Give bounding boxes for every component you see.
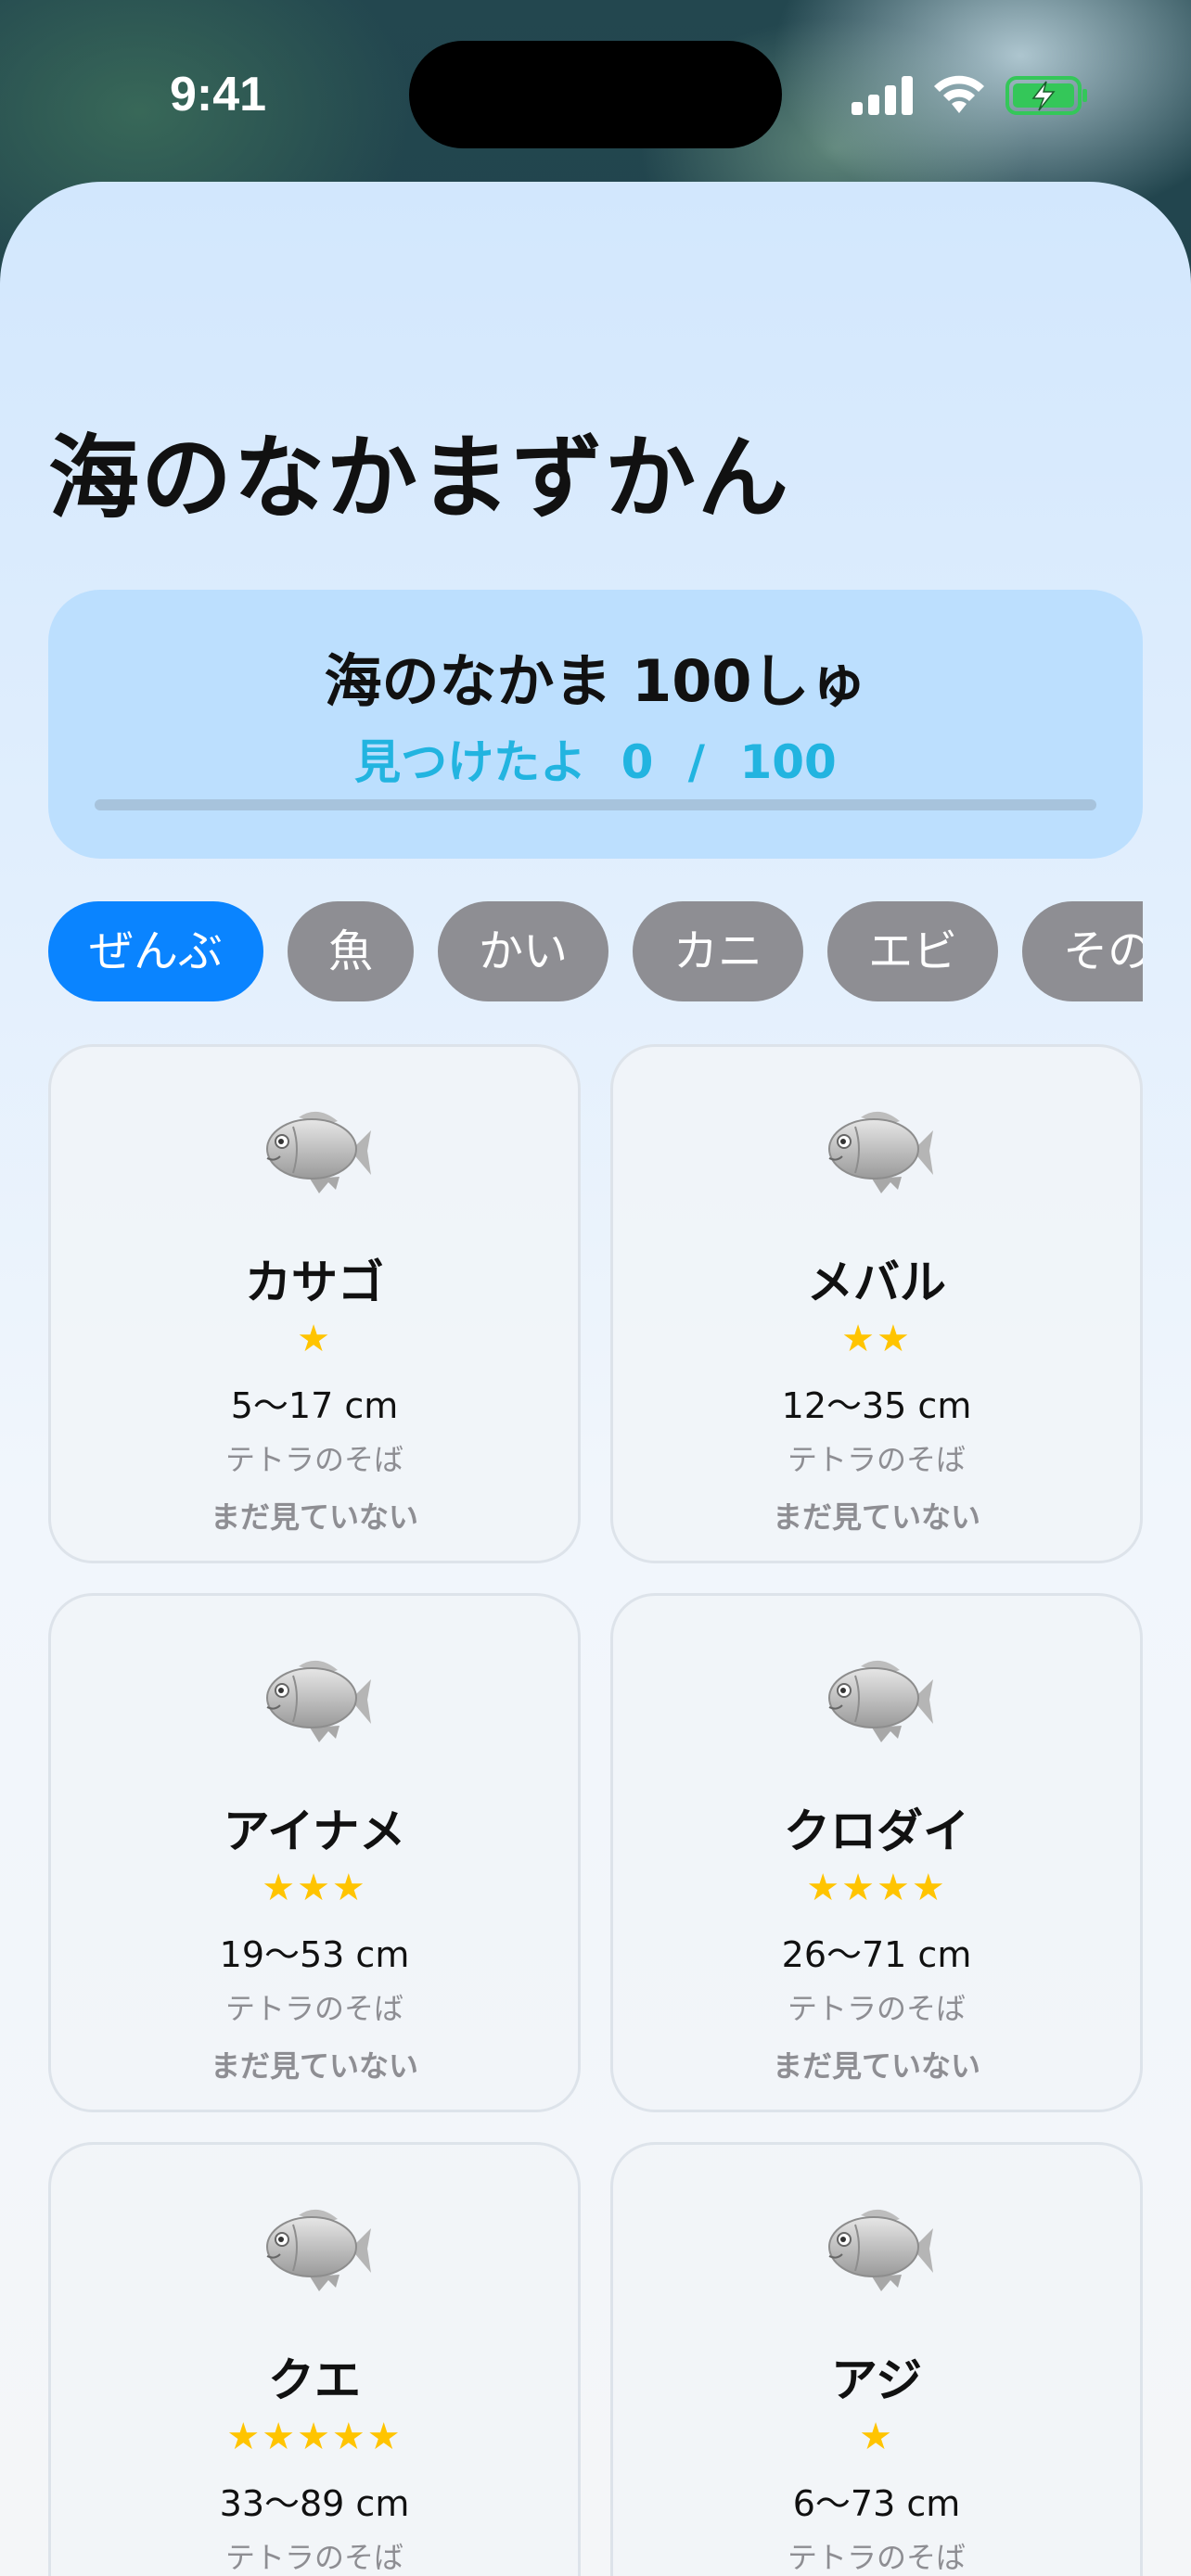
habitat-label: テトラのそば bbox=[787, 2540, 966, 2575]
seen-status: まだ見ていない bbox=[210, 1499, 418, 1535]
progress-count: 見つけたよ 0 / 100 bbox=[354, 735, 837, 789]
fish-icon bbox=[824, 1104, 935, 1197]
creature-name: カサゴ bbox=[245, 1256, 384, 1309]
size-range: 26〜71 cm bbox=[781, 1934, 972, 1975]
rarity-stars: ★★★★ bbox=[806, 1867, 947, 1909]
seen-status: まだ見ていない bbox=[772, 2048, 980, 2084]
creature-card[interactable]: アジ★6〜73 cmテトラのそばまだ見ていない bbox=[610, 2142, 1143, 2576]
fish-icon bbox=[262, 1653, 373, 1746]
size-range: 19〜53 cm bbox=[219, 1934, 410, 1975]
status-bar: 9:41 bbox=[0, 0, 1191, 185]
fish-icon bbox=[262, 2202, 373, 2295]
tab-fish[interactable]: 魚 bbox=[288, 901, 415, 1001]
size-range: 5〜17 cm bbox=[230, 1385, 399, 1426]
tab-all[interactable]: ぜんぶ bbox=[48, 901, 264, 1001]
fish-icon bbox=[262, 1104, 373, 1197]
creature-card[interactable]: クエ★★★★★33〜89 cmテトラのそばまだ見ていない bbox=[48, 2142, 581, 2576]
cellular-signal-icon bbox=[852, 74, 913, 115]
creature-card[interactable]: アイナメ ★★★ 19〜53 cm テトラのそば まだ見ていない bbox=[48, 1593, 581, 2112]
category-tabs[interactable]: ぜんぶ魚かいカニエビそのほ bbox=[48, 901, 1143, 1001]
creature-card[interactable]: カサゴ ★ 5〜17 cm テトラのそば まだ見ていない bbox=[48, 1044, 581, 1563]
tab-crab[interactable]: カニ bbox=[633, 901, 804, 1001]
tab-shellfish[interactable]: かい bbox=[438, 901, 609, 1001]
habitat-label: テトラのそば bbox=[224, 1991, 403, 2026]
encyclopedia-sheet[interactable]: 海のなかまずかん 海のなかま 100しゅ 見つけたよ 0 / 100 ぜんぶ魚か… bbox=[0, 182, 1191, 2576]
rarity-stars: ★ bbox=[297, 1318, 332, 1360]
page-title: 海のなかまずかん bbox=[48, 426, 791, 531]
creature-card[interactable]: クロダイ ★★★★ 26〜71 cm テトラのそば まだ見ていない bbox=[610, 1593, 1143, 2112]
status-time: 9:41 bbox=[169, 68, 267, 121]
progress-bar bbox=[95, 799, 1096, 810]
habitat-label: テトラのそば bbox=[787, 1442, 966, 1477]
tab-other[interactable]: そのほ bbox=[1022, 901, 1143, 1001]
creature-name: アイナメ bbox=[223, 1804, 406, 1858]
fish-icon bbox=[824, 1653, 935, 1746]
progress-title: 海のなかま 100しゅ bbox=[324, 647, 867, 715]
size-range: 12〜35 cm bbox=[781, 1385, 972, 1426]
fish-icon bbox=[824, 2202, 935, 2295]
rarity-stars: ★★ bbox=[841, 1318, 912, 1360]
creature-card[interactable]: メバル ★★ 12〜35 cm テトラのそば まだ見ていない bbox=[610, 1044, 1143, 1563]
habitat-label: テトラのそば bbox=[224, 1442, 403, 1477]
rarity-stars: ★ bbox=[859, 2416, 894, 2458]
size-range: 6〜73 cm bbox=[792, 2483, 961, 2524]
creature-name: メバル bbox=[807, 1256, 946, 1309]
habitat-label: テトラのそば bbox=[224, 2540, 403, 2575]
rarity-stars: ★★★ bbox=[262, 1867, 367, 1909]
progress-card: 海のなかま 100しゅ 見つけたよ 0 / 100 bbox=[48, 590, 1143, 859]
habitat-label: テトラのそば bbox=[787, 1991, 966, 2026]
battery-charging-icon bbox=[1005, 76, 1087, 115]
creature-name: クエ bbox=[268, 2353, 361, 2407]
seen-status: まだ見ていない bbox=[772, 1499, 980, 1535]
creature-name: アジ bbox=[831, 2353, 922, 2407]
dynamic-island bbox=[409, 41, 782, 148]
creature-name: クロダイ bbox=[784, 1804, 969, 1858]
wifi-icon bbox=[934, 75, 984, 113]
seen-status: まだ見ていない bbox=[210, 2048, 418, 2084]
tab-shrimp[interactable]: エビ bbox=[827, 901, 999, 1001]
rarity-stars: ★★★★★ bbox=[226, 2416, 403, 2458]
size-range: 33〜89 cm bbox=[219, 2483, 410, 2524]
